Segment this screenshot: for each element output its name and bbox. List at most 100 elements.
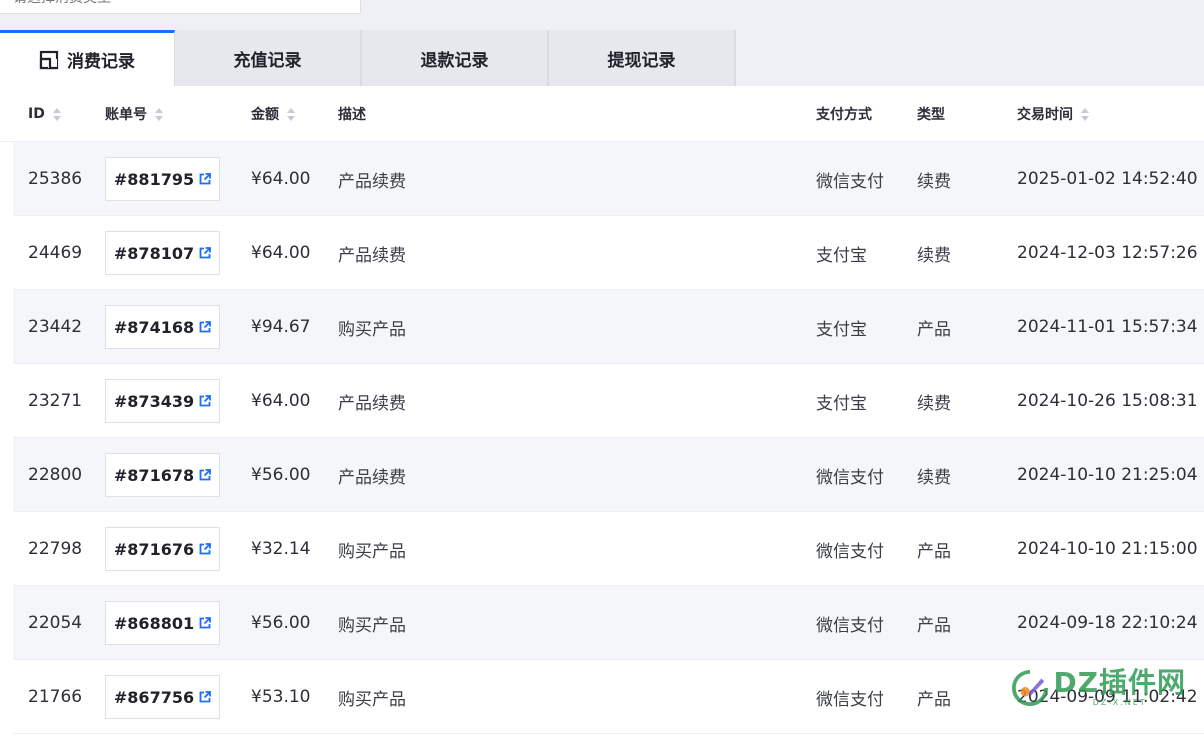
watermark-subtext: DZ-X.NET [1092,698,1147,707]
column-amount-label: 金额 [251,107,279,123]
bill-number: #871676 [113,539,195,559]
tab-consumption-label: 消费记录 [67,52,135,72]
bill-number: #871678 [113,465,195,485]
external-link-icon [199,173,211,185]
cell-desc: 购买产品 [338,689,406,710]
bill-link-button[interactable]: #878107 [105,231,220,275]
cell-desc: 产品续费 [338,393,406,414]
cell-desc: 购买产品 [338,319,406,340]
cell-bill: #881795 [105,142,220,216]
column-time-label: 交易时间 [1017,107,1073,123]
column-id-label: ID [28,106,45,122]
consumption-type-select[interactable] [0,0,361,14]
cell-pay-method: 支付宝 [816,393,867,414]
sort-arrows-icon[interactable] [1081,107,1089,121]
cell-bill: #867756 [105,660,220,734]
column-pay: 支付方式 [816,86,872,142]
watermark-text: DZ插件网 [1053,666,1186,699]
column-type-label: 类型 [917,107,945,123]
column-id[interactable]: ID [28,86,61,142]
cell-amount: ¥56.00 [251,465,311,485]
document-list-icon [39,50,59,70]
bill-number: #873439 [113,391,195,411]
cell-desc: 产品续费 [338,171,406,192]
cell-time: 2024-12-03 12:57:26 [1017,243,1198,263]
tab-refund[interactable]: 退款记录 [362,30,549,86]
external-link-icon [199,617,211,629]
table-body: 25386 #881795 ¥64.00 产品续费 微信支付 续费 2025-0… [13,142,1204,734]
cell-amount: ¥56.00 [251,613,311,633]
tab-consumption[interactable]: 消费记录 [0,30,175,86]
cell-type: 产品 [917,541,951,562]
tab-withdraw-label: 提现记录 [607,50,676,71]
tab-withdraw[interactable]: 提现记录 [549,30,736,86]
cell-type: 产品 [917,689,951,710]
cell-type: 续费 [917,171,951,192]
bill-number: #874168 [113,317,195,337]
cell-pay-method: 支付宝 [816,245,867,266]
bill-link-button[interactable]: #874168 [105,305,220,349]
cell-pay-method: 微信支付 [816,541,884,562]
cell-id: 25386 [28,169,83,189]
cell-id: 21766 [28,687,83,707]
column-bill[interactable]: 账单号 [105,86,163,142]
cell-id: 22800 [28,465,83,485]
tab-recharge-label: 充值记录 [233,50,302,71]
sort-arrows-icon[interactable] [287,107,295,121]
table-row: 23442 #874168 ¥94.67 购买产品 支付宝 产品 2024-11… [13,290,1204,364]
table-row: 22800 #871678 ¥56.00 产品续费 微信支付 续费 2024-1… [13,438,1204,512]
cell-id: 22798 [28,539,83,559]
table-row: 23271 #873439 ¥64.00 产品续费 支付宝 续费 2024-10… [13,364,1204,438]
cell-time: 2024-10-10 21:25:04 [1017,465,1198,485]
table-header: ID 账单号 金额 描述 支付方式 类型 交易时间 [0,86,1204,142]
cell-bill: #871678 [105,438,220,512]
records-table: ID 账单号 金额 描述 支付方式 类型 交易时间 25386 #881795 … [0,86,1204,736]
external-link-icon [199,321,211,333]
column-desc: 描述 [338,86,366,142]
watermark-logo-icon [1012,669,1049,706]
cell-bill: #873439 [105,364,220,438]
table-row: 25386 #881795 ¥64.00 产品续费 微信支付 续费 2025-0… [13,142,1204,216]
cell-desc: 产品续费 [338,467,406,488]
table-row: 22798 #871676 ¥32.14 购买产品 微信支付 产品 2024-1… [13,512,1204,586]
bill-link-button[interactable]: #873439 [105,379,220,423]
sort-arrows-icon[interactable] [52,107,61,121]
cell-desc: 购买产品 [338,615,406,636]
cell-type: 续费 [917,467,951,488]
column-pay-label: 支付方式 [816,107,872,123]
tab-recharge[interactable]: 充值记录 [175,30,362,86]
cell-bill: #878107 [105,216,220,290]
bill-number: #881795 [113,169,195,189]
column-bill-label: 账单号 [105,107,147,123]
bill-link-button[interactable]: #881795 [105,157,220,201]
external-link-icon [199,395,211,407]
cell-bill: #868801 [105,586,220,660]
consumption-type-input[interactable] [11,0,352,13]
bill-link-button[interactable]: #871678 [105,453,220,497]
cell-type: 产品 [917,319,951,340]
cell-time: 2024-10-10 21:15:00 [1017,539,1198,559]
tab-refund-label: 退款记录 [420,50,489,71]
column-amount[interactable]: 金额 [251,86,295,142]
cell-pay-method: 微信支付 [816,171,884,192]
watermark: DZ插件网 DZ-X.NET [1011,668,1186,707]
cell-type: 产品 [917,615,951,636]
cell-id: 23271 [28,391,83,411]
bill-number: #867756 [113,687,195,707]
column-type: 类型 [917,86,945,142]
cell-pay-method: 微信支付 [816,615,884,636]
table-row: 22054 #868801 ¥56.00 购买产品 微信支付 产品 2024-0… [13,586,1204,660]
column-time[interactable]: 交易时间 [1017,86,1089,142]
cell-amount: ¥94.67 [251,317,311,337]
bill-link-button[interactable]: #871676 [105,527,220,571]
external-link-icon [199,247,211,259]
cell-pay-method: 支付宝 [816,319,867,340]
external-link-icon [199,691,211,703]
bill-link-button[interactable]: #868801 [105,601,220,645]
cell-time: 2024-10-26 15:08:31 [1017,391,1198,411]
sort-arrows-icon[interactable] [155,107,163,121]
bill-link-button[interactable]: #867756 [105,675,220,719]
cell-id: 22054 [28,613,83,633]
cell-time: 2024-09-18 22:10:24 [1017,613,1198,633]
cell-bill: #871676 [105,512,220,586]
